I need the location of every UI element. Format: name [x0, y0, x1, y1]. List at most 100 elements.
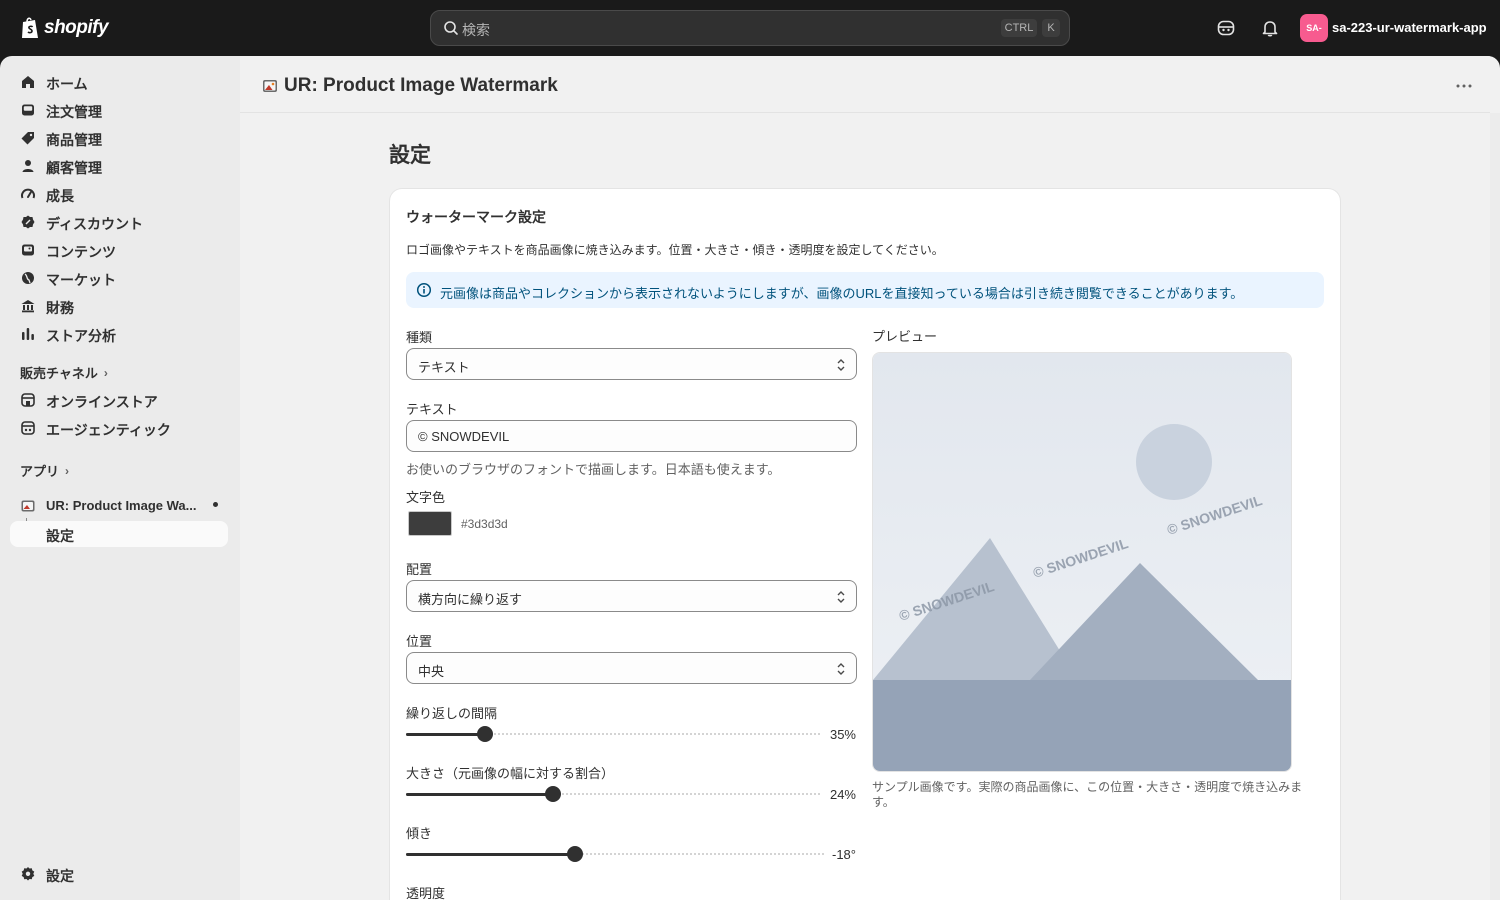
scrollbar[interactable]	[1490, 113, 1500, 900]
chevron-right-icon: ›	[65, 463, 70, 478]
sidebar-item-discounts[interactable]: ディスカウント	[10, 209, 228, 235]
shopify-logo[interactable]: shopify	[20, 14, 109, 42]
store-icon	[21, 393, 35, 407]
sidebar-item-home[interactable]: ホーム	[10, 69, 228, 95]
info-banner: 元画像は商品やコレクションから表示されないようにしますが、画像のURLを直接知っ…	[406, 272, 1324, 308]
select-arrows-icon	[837, 591, 845, 603]
pin-dot-icon	[213, 502, 218, 507]
size-slider[interactable]	[406, 786, 820, 802]
text-input[interactable]: © SNOWDEVIL	[406, 420, 857, 452]
bell-icon[interactable]	[1260, 18, 1280, 38]
position-select-value: 中央	[418, 664, 445, 679]
preview-label: プレビュー	[872, 329, 938, 344]
sun-shape	[1136, 424, 1212, 500]
app-icon	[21, 500, 35, 512]
angle-value: -18°	[832, 847, 856, 862]
sidebar-item-growth[interactable]: 成長	[10, 181, 228, 207]
type-select[interactable]: テキスト	[406, 348, 857, 380]
info-icon	[416, 282, 432, 298]
sales-channels-header[interactable]: 販売チャネル ›	[20, 363, 108, 382]
search-placeholder: 検索	[462, 22, 490, 38]
app-title-bar: UR: Product Image Watermark	[240, 56, 1490, 113]
sidebar-item-label: ディスカウント	[46, 216, 144, 232]
bank-icon	[21, 300, 35, 313]
size-value: 24%	[829, 787, 856, 802]
store-name[interactable]: sa-223-ur-watermark-app	[1332, 20, 1487, 35]
sidebar-item-label: 財務	[46, 300, 74, 316]
inbox-icon	[22, 104, 34, 116]
sidebar-item-watermark-app[interactable]: UR: Product Image Wa...	[10, 493, 228, 519]
color-label: 文字色	[406, 490, 446, 505]
position-select[interactable]: 中央	[406, 652, 857, 684]
avatar[interactable]: SA-	[1300, 14, 1328, 42]
app-title: UR: Product Image Watermark	[284, 75, 558, 96]
position-label: 位置	[406, 634, 433, 649]
sidebar-item-label: ホーム	[46, 76, 88, 92]
sidebar-item-label: オンラインストア	[46, 394, 158, 410]
sidebar-item-label: 設定	[46, 528, 74, 544]
opacity-label: 透明度	[406, 886, 446, 900]
chart-icon	[22, 328, 34, 340]
slider-thumb[interactable]	[476, 726, 493, 742]
slider-thumb[interactable]	[544, 786, 561, 802]
sidebar-item-label: コンテンツ	[46, 244, 116, 260]
sample-landscape: © SNOWDEVIL © SNOWDEVIL © SNOWDEVIL	[873, 353, 1291, 771]
app-icon	[263, 80, 277, 92]
top-bar: shopify 検索 CTRL K SA- sa-223-ur-watermar…	[0, 0, 1500, 56]
text-input-value: © SNOWDEVIL	[418, 429, 510, 444]
discount-icon	[21, 215, 35, 229]
banner-text: 元画像は商品やコレクションから表示されないようにしますが、画像のURLを直接知っ…	[440, 286, 1244, 301]
select-arrows-icon	[837, 359, 845, 371]
page-title: 設定	[389, 144, 431, 167]
sidebar-item-online-store[interactable]: オンラインストア	[10, 387, 228, 413]
slider-thumb[interactable]	[567, 846, 584, 862]
apps-header[interactable]: アプリ ›	[20, 461, 69, 480]
sidebar-item-label: 顧客管理	[46, 160, 102, 176]
person-icon	[22, 160, 34, 172]
sidebar-item-content[interactable]: コンテンツ	[10, 237, 228, 263]
sidebar-item-app-settings[interactable]: 設定	[10, 521, 228, 547]
search-bar[interactable]: 検索 CTRL K	[430, 10, 1070, 46]
main-content: UR: Product Image Watermark 設定 ウォーターマーク設…	[240, 56, 1500, 900]
spacing-label: 繰り返しの間隔	[406, 706, 498, 721]
color-swatch[interactable]	[408, 511, 452, 536]
preview-image: © SNOWDEVIL © SNOWDEVIL © SNOWDEVIL	[872, 352, 1292, 772]
watermark-settings-card: ウォーターマーク設定 ロゴ画像やテキストを商品画像に焼き込みます。位置・大きさ・…	[390, 189, 1340, 900]
select-arrows-icon	[837, 663, 845, 675]
apps-label: アプリ	[20, 464, 60, 479]
layout-select-value: 横方向に繰り返す	[418, 592, 523, 607]
more-horizontal-icon[interactable]	[1454, 76, 1474, 96]
angle-slider[interactable]	[406, 846, 824, 862]
spacing-slider[interactable]	[406, 726, 820, 742]
sidebar-item-label: 注文管理	[46, 104, 102, 120]
preview-caption: サンプル画像です。実際の商品画像に、この位置・大きさ・透明度で焼き込みます。	[872, 780, 1303, 809]
layout-select[interactable]: 横方向に繰り返す	[406, 580, 857, 612]
spacing-value: 35%	[829, 727, 856, 742]
sidekick-icon[interactable]	[1216, 18, 1236, 38]
sidebar-item-settings[interactable]: 設定	[10, 861, 228, 887]
sidebar-item-label: エージェンティック	[46, 422, 171, 438]
sidebar-item-orders[interactable]: 注文管理	[10, 97, 228, 123]
sidebar-item-analytics[interactable]: ストア分析	[10, 321, 228, 347]
layout-label: 配置	[406, 562, 433, 577]
sidebar-item-products[interactable]: 商品管理	[10, 125, 228, 151]
slider-fill	[406, 733, 485, 736]
agent-icon	[21, 421, 35, 435]
sidebar-item-finance[interactable]: 財務	[10, 293, 228, 319]
search-icon	[444, 21, 458, 35]
sidebar-item-customers[interactable]: 顧客管理	[10, 153, 228, 179]
sidebar-item-agentic[interactable]: エージェンティック	[10, 415, 228, 441]
shortcut-ctrl: CTRL	[1001, 19, 1037, 37]
sidebar-item-markets[interactable]: マーケット	[10, 265, 228, 291]
ground	[873, 680, 1291, 771]
text-label: テキスト	[406, 402, 458, 417]
image-icon	[22, 244, 34, 256]
angle-label: 傾き	[406, 826, 433, 841]
slider-fill	[406, 853, 576, 856]
text-help: お使いのブラウザのフォントで描画します。日本語も使えます。	[406, 462, 781, 477]
shortcut-k: K	[1042, 19, 1060, 37]
chevron-right-icon: ›	[103, 365, 108, 380]
sidebar-item-label: UR: Product Image Wa...	[46, 498, 197, 513]
tag-icon	[21, 132, 34, 145]
card-description: ロゴ画像やテキストを商品画像に焼き込みます。位置・大きさ・傾き・透明度を設定して…	[406, 243, 944, 257]
